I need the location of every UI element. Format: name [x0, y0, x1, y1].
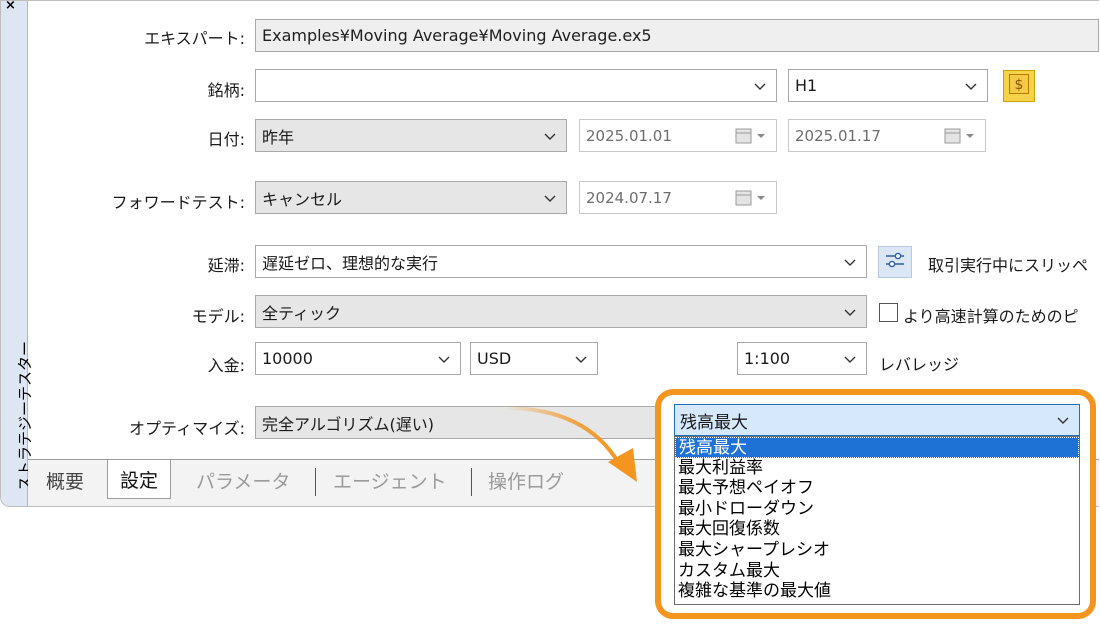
date-from-field[interactable]: 2025.01.01 [579, 119, 777, 152]
expert-value: Examples¥Moving Average¥Moving Average.e… [262, 26, 652, 45]
date-from-value: 2025.01.01 [586, 126, 672, 145]
symbol-properties-button[interactable]: $ [1003, 70, 1035, 102]
criterion-option[interactable]: 最大利益率 [675, 458, 1079, 479]
svg-text:$: $ [1015, 77, 1024, 93]
chevron-down-icon [842, 254, 858, 270]
optimization-select[interactable]: 完全アルゴリズム(遅い) [255, 406, 675, 439]
optimization-value: 完全アルゴリズム(遅い) [262, 414, 435, 434]
calendar-icon [943, 128, 979, 144]
tab-settings[interactable]: 設定 [107, 460, 172, 499]
model-value: 全ティック [262, 303, 342, 323]
tab-overview[interactable]: 概要 [46, 460, 84, 500]
optimization-criterion-select[interactable]: 残高最大 [674, 404, 1080, 436]
deposit-value: 10000 [262, 349, 313, 368]
forward-date-value: 2024.07.17 [586, 188, 672, 207]
model-label: モデル: [191, 307, 245, 326]
side-strip: × ストラテジーテスター [1, 1, 34, 506]
tab-separator [315, 468, 316, 496]
delay-label: 延滞: [207, 256, 245, 275]
optimization-label: オプティマイズ: [129, 419, 245, 438]
currency-value: USD [477, 349, 512, 368]
slippage-text: 取引実行中にスリッペ [928, 256, 1089, 275]
leverage-label: レバレッジ [879, 355, 960, 374]
tab-separator [471, 468, 472, 496]
tab-agents[interactable]: エージェント [333, 460, 447, 500]
chevron-down-icon [573, 351, 589, 367]
currency-select[interactable]: USD [470, 342, 598, 375]
calendar-icon [734, 128, 770, 144]
slippage-settings-button[interactable] [878, 246, 912, 278]
calendar-icon [734, 190, 770, 206]
chevron-down-icon [436, 351, 452, 367]
criterion-option[interactable]: 複雑な基準の最大値 [675, 581, 1079, 602]
criterion-selected-value: 残高最大 [680, 412, 748, 433]
date-to-field[interactable]: 2025.01.17 [788, 119, 986, 152]
chevron-down-icon [542, 190, 558, 206]
dollar-icon: $ [1008, 73, 1030, 99]
delay-select[interactable]: 遅延ゼロ、理想的な実行 [255, 245, 867, 278]
leverage-value: 1:100 [744, 349, 791, 368]
tab-journal[interactable]: 操作ログ [488, 460, 564, 500]
symbol-select[interactable] [255, 69, 777, 102]
date-label: 日付: [207, 130, 245, 149]
chevron-down-icon [752, 78, 768, 94]
deposit-label: 入金: [207, 356, 245, 375]
chevron-down-icon [842, 304, 858, 320]
criterion-option[interactable]: カスタム最大 [675, 561, 1079, 582]
date-range-select[interactable]: 昨年 [255, 119, 567, 152]
delay-value: 遅延ゼロ、理想的な実行 [262, 253, 439, 273]
timeframe-value: H1 [795, 76, 818, 95]
chevron-down-icon [542, 128, 558, 144]
expert-field[interactable]: Examples¥Moving Average¥Moving Average.e… [255, 19, 1099, 52]
forward-test-value: キャンセル [262, 189, 343, 209]
chevron-down-icon [842, 351, 858, 367]
criterion-option[interactable]: 最大シャープレシオ [675, 540, 1079, 561]
slippage-settings-icon [884, 249, 906, 275]
chevron-down-icon [963, 78, 979, 94]
chevron-down-icon [1055, 412, 1071, 428]
leverage-select[interactable]: 1:100 [737, 342, 867, 375]
timeframe-select[interactable]: H1 [788, 69, 988, 102]
date-to-value: 2025.01.17 [795, 126, 881, 145]
criterion-option[interactable]: 残高最大 [675, 437, 1079, 458]
criterion-options-list: 残高最大 最大利益率 最大予想ペイオフ 最小ドローダウン 最大回復係数 最大シャ… [674, 436, 1080, 605]
tab-parameters[interactable]: パラメータ [196, 460, 290, 500]
criterion-option[interactable]: 最小ドローダウン [675, 499, 1079, 520]
forward-test-select[interactable]: キャンセル [255, 181, 567, 214]
symbol-label: 銘柄: [207, 81, 245, 100]
criterion-option[interactable]: 最大回復係数 [675, 519, 1079, 540]
fast-calc-checkbox[interactable] [879, 303, 898, 322]
expert-label: エキスパート: [144, 29, 245, 48]
date-range-value: 昨年 [262, 127, 295, 147]
forward-test-label: フォワードテスト: [111, 193, 245, 212]
fast-calc-label: より高速計算のためのピ [903, 307, 1079, 326]
forward-date-field[interactable]: 2024.07.17 [579, 181, 777, 214]
close-icon[interactable]: × [5, 1, 16, 13]
model-select[interactable]: 全ティック [255, 295, 867, 328]
criterion-option[interactable]: 最大予想ペイオフ [675, 478, 1079, 499]
deposit-select[interactable]: 10000 [255, 342, 461, 375]
